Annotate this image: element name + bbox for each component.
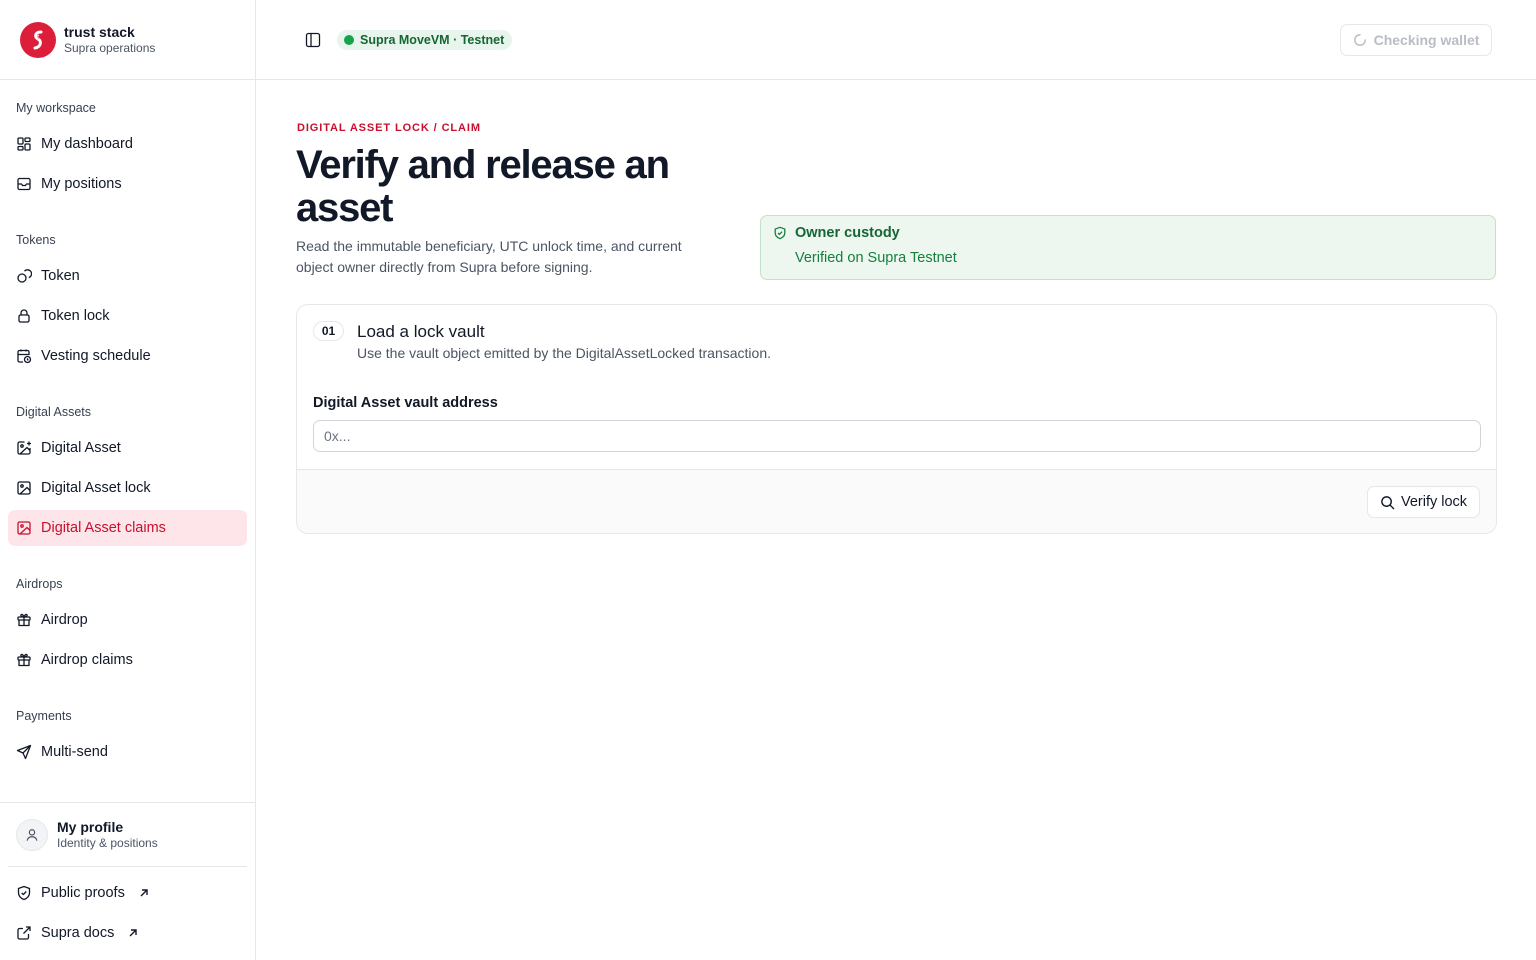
section-label-workspace: My workspace <box>16 101 96 115</box>
wallet-button-label: Checking wallet <box>1373 32 1480 48</box>
section-label-tokens: Tokens <box>16 233 56 247</box>
loading-spinner-icon <box>1353 34 1366 46</box>
arrow-up-right-icon <box>129 929 138 937</box>
custody-title: Owner custody <box>795 225 900 241</box>
sidebar-item-label: Multi-send <box>41 744 108 760</box>
sidebar: trust stack Supra operations My workspac… <box>0 0 256 960</box>
sidebar-item-digital-asset[interactable]: Digital Asset <box>8 430 247 466</box>
sidebar-item-digital-asset-claims[interactable]: Digital Asset claims <box>8 510 247 546</box>
public-proofs-link[interactable]: Public proofs <box>8 875 247 911</box>
brand[interactable]: trust stack Supra operations <box>0 0 255 80</box>
sidebar-item-token[interactable]: Token <box>8 258 247 294</box>
section-label-payments: Payments <box>16 709 72 723</box>
dashboard-icon <box>17 137 31 151</box>
step-subtitle: Use the vault object emitted by the Digi… <box>357 345 771 361</box>
public-proofs-label: Public proofs <box>41 885 125 901</box>
inbox-icon <box>17 177 31 191</box>
sidebar-item-my-dashboard[interactable]: My dashboard <box>8 126 247 162</box>
sidebar-item-label: My positions <box>41 176 122 192</box>
page-description: Read the immutable beneficiary, UTC unlo… <box>296 238 682 275</box>
search-icon <box>1381 495 1395 509</box>
send-icon <box>16 744 32 760</box>
supra-docs-link[interactable]: Supra docs <box>8 915 247 951</box>
breadcrumb: DIGITAL ASSET LOCK / CLAIM <box>297 122 481 134</box>
profile-name: My profile <box>57 818 124 835</box>
page-title: Verify and release an asset <box>296 143 670 230</box>
avatar <box>16 818 48 851</box>
checking-wallet-button[interactable]: Checking wallet <box>1340 24 1492 56</box>
section-label-digital-assets: Digital Assets <box>16 405 92 419</box>
shield-check-icon <box>774 226 786 240</box>
custody-status: Verified on Supra Testnet <box>795 250 957 266</box>
brand-logo-icon <box>20 21 56 58</box>
vault-address-input[interactable] <box>313 420 1481 452</box>
step-number-badge: 01 <box>313 321 344 341</box>
sidebar-item-label: Digital Asset claims <box>41 520 166 536</box>
user-icon <box>26 828 38 841</box>
sidebar-item-label: Airdrop <box>41 612 88 628</box>
image-icon <box>17 521 31 535</box>
topbar: Supra MoveVM · Testnet Checking wallet <box>256 0 1536 80</box>
sidebar-item-airdrop[interactable]: Airdrop <box>8 602 247 638</box>
verify-lock-label: Verify lock <box>1400 494 1468 510</box>
owner-custody-banner: Owner custody Verified on Supra Testnet <box>760 215 1496 280</box>
sidebar-item-label: Vesting schedule <box>41 348 151 364</box>
sidebar-item-label: Digital Asset lock <box>41 480 151 496</box>
image-plus-icon <box>17 441 31 455</box>
external-link-icon <box>17 926 31 940</box>
sidebar-item-my-positions[interactable]: My positions <box>8 166 247 202</box>
sidebar-item-vesting-schedule[interactable]: Vesting schedule <box>8 338 247 374</box>
card-footer: Verify lock <box>297 469 1496 533</box>
brand-name: trust stack <box>64 23 135 40</box>
sidebar-item-label: My dashboard <box>41 136 133 152</box>
shield-icon <box>17 885 31 901</box>
sidebar-toggle-button[interactable] <box>304 31 322 49</box>
supra-docs-label: Supra docs <box>41 925 115 941</box>
brand-subtitle: Supra operations <box>64 40 156 55</box>
status-dot-icon <box>344 35 354 45</box>
coins-icon <box>17 269 32 283</box>
sidebar-item-label: Token lock <box>41 308 110 324</box>
sidebar-item-token-lock[interactable]: Token lock <box>8 298 247 334</box>
network-badge: Supra MoveVM · Testnet <box>337 30 513 50</box>
sidebar-item-digital-asset-lock[interactable]: Digital Asset lock <box>8 470 247 506</box>
gift-icon <box>17 613 31 627</box>
sidebar-footer: My profile Identity & positions Public p… <box>0 802 255 951</box>
lock-icon <box>18 309 30 323</box>
sidebar-item-label: Token <box>41 268 80 284</box>
verify-lock-button[interactable]: Verify lock <box>1367 486 1480 518</box>
gift-icon <box>17 653 31 667</box>
arrow-up-right-icon <box>140 889 148 897</box>
load-vault-card: 01 Load a lock vault Use the vault objec… <box>296 304 1497 534</box>
sidebar-item-airdrop-claims[interactable]: Airdrop claims <box>8 642 247 678</box>
profile-link[interactable]: My profile Identity & positions <box>8 803 247 867</box>
image-icon <box>17 481 31 495</box>
sidebar-item-multi-send[interactable]: Multi-send <box>8 734 247 770</box>
panel-left-icon <box>305 32 321 48</box>
network-label: Supra MoveVM · Testnet <box>360 33 505 47</box>
section-label-airdrops: Airdrops <box>16 577 63 591</box>
vault-address-label: Digital Asset vault address <box>313 395 498 411</box>
sidebar-nav: My workspace My dashboard My positions T… <box>0 100 255 770</box>
calendar-clock-icon <box>17 349 32 364</box>
profile-subtitle: Identity & positions <box>57 835 158 850</box>
sidebar-item-label: Digital Asset <box>41 440 121 456</box>
sidebar-item-label: Airdrop claims <box>41 652 133 668</box>
step-title: Load a lock vault <box>357 322 485 341</box>
